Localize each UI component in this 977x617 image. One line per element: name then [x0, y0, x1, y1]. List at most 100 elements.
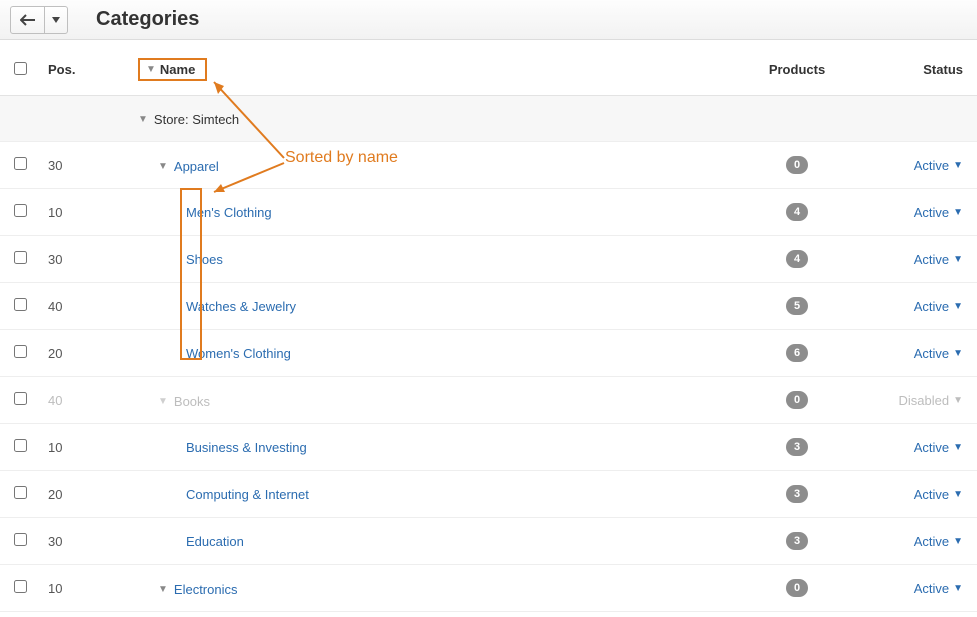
row-pos: 20 — [40, 471, 130, 518]
products-count: 0 — [786, 156, 808, 174]
row-checkbox[interactable] — [14, 392, 27, 405]
category-link[interactable]: Education — [186, 534, 244, 549]
topbar: Categories — [0, 0, 977, 40]
row-pos: 40 — [40, 283, 130, 330]
row-checkbox[interactable] — [14, 580, 27, 593]
chevron-down-icon: ▼ — [953, 583, 963, 594]
page-title: Categories — [96, 8, 199, 31]
category-link[interactable]: Books — [174, 394, 210, 409]
products-count: 0 — [786, 579, 808, 597]
status-label: Active — [914, 205, 949, 220]
status-label: Active — [914, 581, 949, 596]
chevron-down-icon: ▼ — [953, 536, 963, 547]
products-count: 3 — [786, 438, 808, 456]
status-label: Active — [914, 440, 949, 455]
column-pos[interactable]: Pos. — [40, 40, 130, 96]
table-row: 40 Watches & Jewelry 5 Active ▼ — [0, 283, 977, 330]
status-label: Active — [914, 487, 949, 502]
table-row: 40▼Books0Disabled▼ — [0, 377, 977, 424]
category-link[interactable]: Men's Clothing — [186, 205, 272, 220]
products-count: 0 — [786, 391, 808, 409]
column-status[interactable]: Status — [877, 40, 977, 96]
status-dropdown[interactable]: Active ▼ — [914, 440, 963, 455]
table-row: 30 ▼ Apparel 0 Active ▼ — [0, 142, 977, 189]
row-checkbox[interactable] — [14, 251, 27, 264]
chevron-down-icon — [52, 17, 60, 23]
status-label: Active — [914, 252, 949, 267]
row-checkbox[interactable] — [14, 345, 27, 358]
row-checkbox[interactable] — [14, 486, 27, 499]
category-link[interactable]: Shoes — [186, 252, 223, 267]
expander-icon[interactable]: ▼ — [138, 114, 148, 125]
status-dropdown[interactable]: Active ▼ — [914, 534, 963, 549]
row-pos: 30 — [40, 518, 130, 565]
row-checkbox[interactable] — [14, 533, 27, 546]
back-arrow-icon — [20, 14, 36, 26]
table-row: 20 Women's Clothing 6 Active ▼ — [0, 330, 977, 377]
products-count: 5 — [786, 297, 808, 315]
categories-table: Pos. ▼ Name Products Status ▼ Store: Sim… — [0, 40, 977, 612]
column-products[interactable]: Products — [717, 40, 877, 96]
products-count: 4 — [786, 250, 808, 268]
store-group-row: ▼ Store: Simtech — [0, 96, 977, 142]
table-row: 30Shoes4Active▼ — [0, 236, 977, 283]
status-label: Active — [914, 299, 949, 314]
chevron-down-icon: ▼ — [953, 301, 963, 312]
table-row: 30Education3Active▼ — [0, 518, 977, 565]
category-link[interactable]: Business & Investing — [186, 440, 307, 455]
row-checkbox[interactable] — [14, 204, 27, 217]
row-checkbox[interactable] — [14, 157, 27, 170]
category-link[interactable]: Computing & Internet — [186, 487, 309, 502]
status-dropdown[interactable]: Active ▼ — [914, 205, 963, 220]
table-header-row: Pos. ▼ Name Products Status — [0, 40, 977, 96]
chevron-down-icon: ▼ — [953, 348, 963, 359]
products-count: 4 — [786, 203, 808, 221]
expander-icon[interactable]: ▼ — [158, 161, 168, 172]
sort-desc-icon: ▼ — [146, 64, 156, 75]
chevron-down-icon: ▼ — [953, 442, 963, 453]
back-button-group — [10, 6, 68, 34]
column-name-sort[interactable]: ▼ Name — [138, 58, 207, 81]
expander-icon[interactable]: ▼ — [158, 396, 168, 407]
table-row: 10 ▼ Electronics 0 Active ▼ — [0, 565, 977, 612]
status-dropdown[interactable]: Active ▼ — [914, 252, 963, 267]
products-count: 3 — [786, 485, 808, 503]
status-label: Active — [914, 534, 949, 549]
column-name-label: Name — [160, 62, 195, 77]
status-label: Active — [914, 346, 949, 361]
column-name[interactable]: ▼ Name — [130, 40, 717, 96]
row-pos: 30 — [40, 142, 130, 189]
status-label: Disabled — [899, 393, 950, 408]
row-checkbox[interactable] — [14, 298, 27, 311]
category-link[interactable]: Women's Clothing — [186, 346, 291, 361]
row-pos: 10 — [40, 424, 130, 471]
category-link[interactable]: Electronics — [174, 582, 238, 597]
chevron-down-icon: ▼ — [953, 395, 963, 406]
chevron-down-icon: ▼ — [953, 254, 963, 265]
back-button[interactable] — [11, 7, 45, 33]
status-dropdown[interactable]: Active ▼ — [914, 299, 963, 314]
status-dropdown[interactable]: Disabled▼ — [899, 393, 964, 408]
table-row: 10 Men's Clothing 4 Active ▼ — [0, 189, 977, 236]
select-all-checkbox[interactable] — [14, 62, 27, 75]
category-link[interactable]: Watches & Jewelry — [186, 299, 296, 314]
row-pos: 10 — [40, 565, 130, 612]
status-dropdown[interactable]: Active ▼ — [914, 158, 963, 173]
chevron-down-icon: ▼ — [953, 160, 963, 171]
row-pos: 10 — [40, 189, 130, 236]
column-checkbox — [0, 40, 40, 96]
back-dropdown[interactable] — [45, 7, 67, 33]
chevron-down-icon: ▼ — [953, 207, 963, 218]
status-label: Active — [914, 158, 949, 173]
row-checkbox[interactable] — [14, 439, 27, 452]
table-row: 20 Computing & Internet 3 Active▼ — [0, 471, 977, 518]
status-dropdown[interactable]: Active ▼ — [914, 346, 963, 361]
expander-icon[interactable]: ▼ — [158, 584, 168, 595]
row-pos: 20 — [40, 330, 130, 377]
table-row: 10 Business & Investing 3 Active ▼ — [0, 424, 977, 471]
products-count: 6 — [786, 344, 808, 362]
store-group-label: Store: Simtech — [154, 112, 239, 127]
status-dropdown[interactable]: Active ▼ — [914, 581, 963, 596]
category-link[interactable]: Apparel — [174, 159, 219, 174]
status-dropdown[interactable]: Active▼ — [914, 487, 963, 502]
